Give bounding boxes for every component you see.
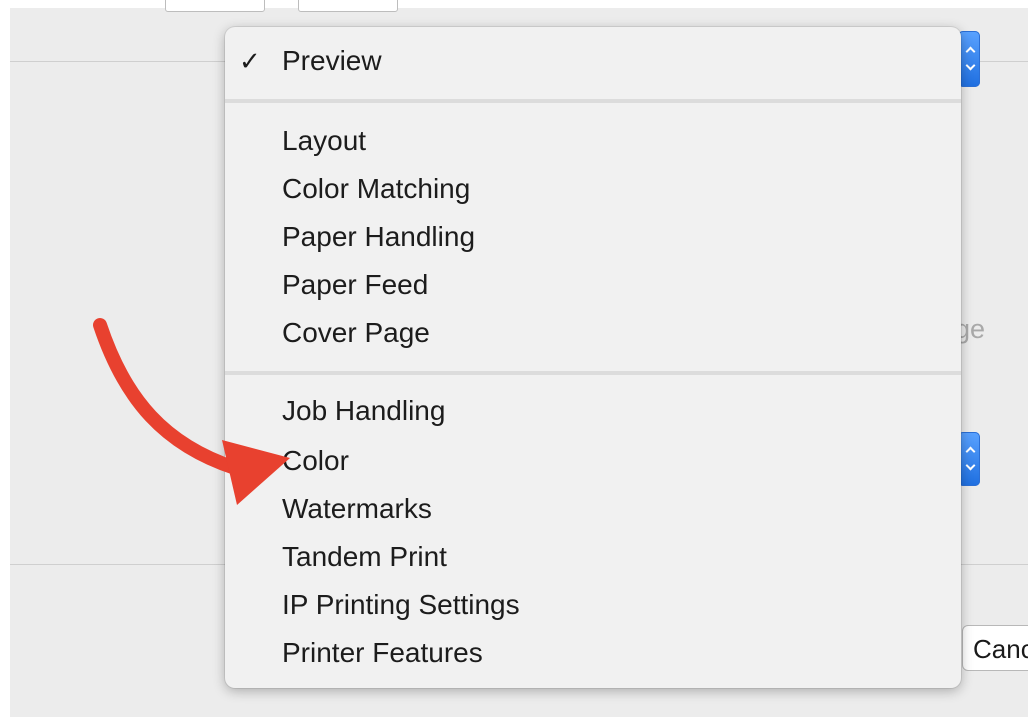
menu-item-color-matching[interactable]: Color Matching <box>225 167 961 211</box>
menu-item-paper-handling[interactable]: Paper Handling <box>225 215 961 259</box>
menu-item-watermarks[interactable]: Watermarks <box>225 487 961 531</box>
menu-separator <box>225 99 961 103</box>
chevron-up-icon <box>965 446 976 457</box>
menu-item-label: Paper Handling <box>282 221 476 252</box>
menu-item-label: Preview <box>282 45 382 76</box>
menu-item-ip-printing-settings[interactable]: IP Printing Settings <box>225 583 961 627</box>
top-field-left[interactable] <box>165 0 265 12</box>
menu-item-label: IP Printing Settings <box>282 589 520 620</box>
menu-item-tandem-print[interactable]: Tandem Print <box>225 535 961 579</box>
panel-popup-menu: ✓ Preview Layout Color Matching Paper Ha… <box>225 27 961 688</box>
panel-popup-button[interactable] <box>958 31 980 87</box>
menu-item-label: Cover Page <box>282 317 430 348</box>
menu-item-label: Paper Feed <box>282 269 429 300</box>
chevron-down-icon <box>965 460 976 471</box>
menu-item-color[interactable]: Color <box>225 439 961 483</box>
menu-item-label: Layout <box>282 125 367 156</box>
menu-item-printer-features[interactable]: Printer Features <box>225 631 961 675</box>
chevron-up-icon <box>965 46 976 57</box>
secondary-popup-button[interactable] <box>958 432 980 486</box>
menu-separator <box>225 371 961 375</box>
menu-item-job-handling[interactable]: Job Handling <box>225 389 961 433</box>
menu-item-label: Printer Features <box>282 637 483 668</box>
cancel-button[interactable]: Cancel <box>962 625 1028 671</box>
print-dialog-screen: ge Cancel ✓ Preview Layout Color Matchin… <box>0 0 1028 717</box>
menu-item-layout[interactable]: Layout <box>225 119 961 163</box>
menu-item-label: Color <box>282 445 349 476</box>
menu-item-label: Tandem Print <box>282 541 447 572</box>
menu-item-label: Color Matching <box>282 173 471 204</box>
chevron-down-icon <box>965 60 976 71</box>
checkmark-icon: ✓ <box>239 46 261 76</box>
menu-item-preview[interactable]: ✓ Preview <box>225 39 961 83</box>
menu-item-paper-feed[interactable]: Paper Feed <box>225 263 961 307</box>
menu-item-label: Watermarks <box>282 493 432 524</box>
menu-item-cover-page[interactable]: Cover Page <box>225 311 961 355</box>
menu-item-label: Job Handling <box>282 395 446 426</box>
top-field-right[interactable] <box>298 0 398 12</box>
